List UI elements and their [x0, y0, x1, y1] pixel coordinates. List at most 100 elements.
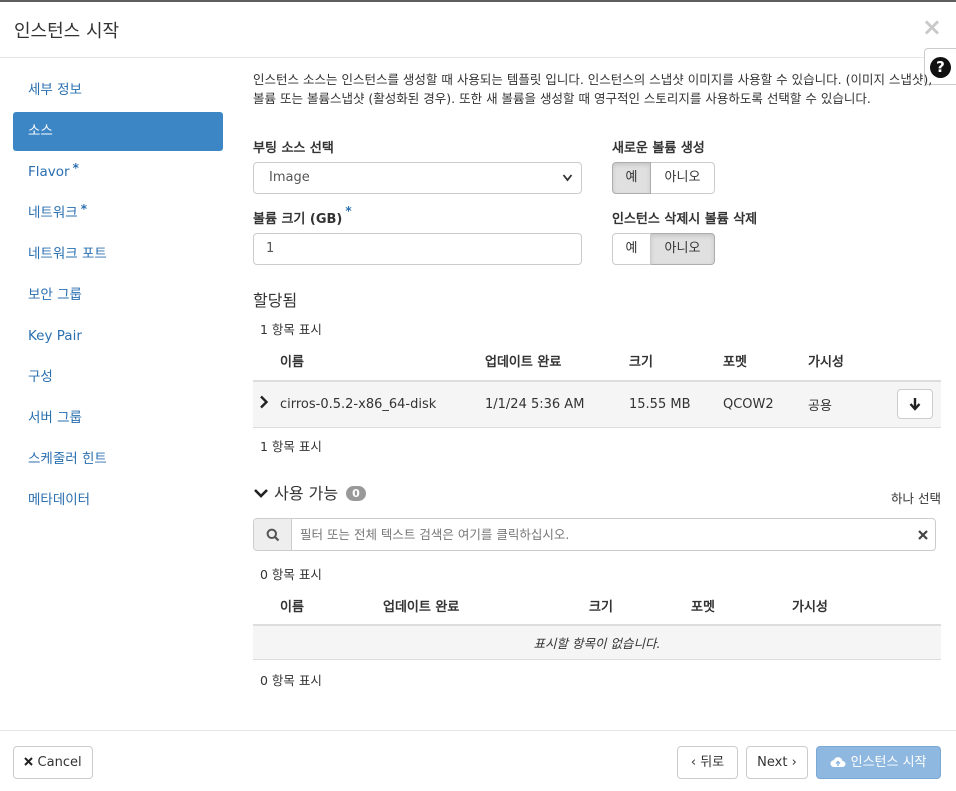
available-table: 이름 업데이트 완료 크기 포멧 가시성 표시할 항목이 없습니다. — [253, 587, 941, 660]
sidebar-item-key-pair[interactable]: Key Pair — [13, 317, 223, 356]
sidebar-item-label: 네트워크 포트 — [28, 246, 107, 262]
sidebar-item-details[interactable]: 세부 정보 — [13, 71, 223, 110]
delete-volume-yes-button[interactable]: 예 — [612, 233, 651, 265]
sidebar-item-label: 보안 그룹 — [28, 287, 82, 303]
chevron-down-icon — [562, 163, 573, 205]
cell-visibility: 공용 — [808, 381, 893, 428]
sidebar-item-label: Key Pair — [28, 328, 82, 344]
arrow-down-icon — [909, 396, 921, 412]
column-header-name: 이름 — [280, 587, 383, 626]
chevron-down-icon — [253, 484, 274, 503]
sidebar-item-security-groups[interactable]: 보안 그룹 — [13, 276, 223, 315]
close-icon — [24, 755, 37, 770]
allocated-title: 할당됨 — [253, 291, 298, 310]
launch-label: 인스턴스 시작 — [850, 755, 927, 770]
table-header-row: 이름 업데이트 완료 크기 포멧 가시성 — [253, 587, 941, 626]
sidebar-item-networks[interactable]: 네트워크 * — [13, 194, 223, 233]
table-row: cirros-0.5.2-x86_64-disk 1/1/24 5:36 AM … — [253, 381, 941, 428]
sidebar-item-configuration[interactable]: 구성 — [13, 358, 223, 397]
filter-bar: 필터 또는 전체 텍스트 검색은 여기를 클릭하십시오. — [253, 518, 936, 551]
sidebar-item-label: 구성 — [28, 369, 53, 385]
available-count-bottom: 0 항목 표시 — [260, 673, 322, 688]
chevron-right-icon: › — [791, 755, 797, 770]
available-section-toggle[interactable]: 사용 가능 0 — [253, 480, 366, 504]
allocated-count-bottom: 1 항목 표시 — [260, 439, 322, 454]
chevron-right-icon — [253, 395, 269, 413]
sidebar-item-label: Flavor — [28, 164, 70, 180]
required-marker: * — [72, 161, 79, 175]
back-label: 뒤로 — [700, 755, 725, 770]
column-header-format: 포멧 — [723, 341, 808, 382]
cell-name: cirros-0.5.2-x86_64-disk — [280, 381, 485, 428]
sidebar-item-label: 서버 그룹 — [28, 410, 82, 426]
column-header-size: 크기 — [629, 341, 723, 382]
sidebar-item-scheduler-hints[interactable]: 스케줄러 힌트 — [13, 440, 223, 479]
sidebar-item-network-ports[interactable]: 네트워크 포트 — [13, 235, 223, 274]
cancel-label: Cancel — [37, 755, 82, 770]
next-label: Next — [757, 755, 788, 770]
cell-action — [893, 381, 941, 428]
clear-filter-icon[interactable] — [918, 519, 928, 550]
next-button[interactable]: Next › — [746, 746, 808, 779]
sidebar-item-source[interactable]: 소스 — [13, 112, 223, 151]
chevron-left-icon: ‹ — [690, 755, 697, 770]
cell-size: 15.55 MB — [629, 381, 723, 428]
column-header-visibility: 가시성 — [808, 341, 893, 382]
column-header-updated: 업데이트 완료 — [485, 341, 629, 382]
boot-source-select[interactable]: Image — [253, 162, 582, 194]
required-marker: * — [80, 202, 87, 216]
sidebar-item-label: 스케줄러 힌트 — [28, 451, 107, 467]
available-count-top: 0 항목 표시 — [260, 567, 322, 582]
sidebar-item-metadata[interactable]: 메타데이터 — [13, 481, 223, 520]
allocated-count-top: 1 항목 표시 — [260, 322, 322, 337]
volume-size-label-text: 볼륨 크기 (GB) — [253, 212, 343, 227]
sidebar-item-label: 소스 — [28, 123, 53, 139]
cell-updated: 1/1/24 5:36 AM — [485, 381, 629, 428]
allocated-table: 이름 업데이트 완료 크기 포멧 가시성 cirros-0.5.2-x86_64… — [253, 341, 941, 428]
sidebar-item-server-groups[interactable]: 서버 그룹 — [13, 399, 223, 438]
launch-instance-button[interactable]: 인스턴스 시작 — [816, 746, 941, 779]
boot-source-label: 부팅 소스 선택 — [253, 141, 334, 156]
new-volume-yes-button[interactable]: 예 — [612, 162, 651, 194]
sidebar-item-flavor[interactable]: Flavor * — [13, 153, 223, 192]
new-volume-no-button[interactable]: 아니오 — [651, 162, 715, 194]
search-icon — [254, 519, 292, 550]
new-volume-label: 새로운 볼륨 생성 — [612, 141, 705, 156]
volume-size-label: 볼륨 크기 (GB)* — [253, 204, 352, 227]
column-header-format: 포멧 — [691, 587, 792, 626]
required-marker: * — [345, 204, 352, 218]
expand-column — [253, 341, 280, 382]
close-icon[interactable]: × — [922, 13, 942, 41]
source-description: 인스턴스 소스는 인스턴스를 생성할 때 사용되는 템플릿 입니다. 인스턴스의… — [253, 72, 933, 106]
expand-row-toggle[interactable] — [253, 381, 280, 428]
select-one-hint: 하나 선택 — [891, 491, 941, 506]
modal-footer: Cancel ‹ 뒤로 Next › 인스턴스 시작 — [0, 730, 956, 791]
sidebar-item-label: 세부 정보 — [28, 82, 82, 98]
new-volume-toggle: 예 아니오 — [612, 162, 715, 194]
cell-format: QCOW2 — [723, 381, 808, 428]
cloud-upload-icon — [830, 755, 850, 770]
delete-volume-no-button[interactable]: 아니오 — [651, 233, 715, 265]
empty-message: 표시할 항목이 없습니다. — [253, 625, 941, 660]
back-button[interactable]: ‹ 뒤로 — [677, 746, 738, 779]
column-header-visibility: 가시성 — [792, 587, 941, 626]
deallocate-button[interactable] — [897, 389, 933, 420]
action-column — [893, 341, 941, 382]
cancel-button[interactable]: Cancel — [13, 746, 93, 779]
table-header-row: 이름 업데이트 완료 크기 포멧 가시성 — [253, 341, 941, 382]
sidebar-item-label: 네트워크 — [28, 205, 78, 221]
available-count-badge: 0 — [346, 486, 366, 501]
modal-title: 인스턴스 시작 — [14, 21, 120, 42]
volume-size-input[interactable]: 1 — [253, 233, 582, 265]
empty-row: 표시할 항목이 없습니다. — [253, 625, 941, 660]
available-title: 사용 가능 — [274, 484, 339, 503]
search-input[interactable]: 필터 또는 전체 텍스트 검색은 여기를 클릭하십시오. — [300, 519, 569, 550]
wizard-sidebar: 세부 정보 소스 Flavor * 네트워크 * 네트워크 포트 보안 그룹 Key… — [13, 71, 223, 522]
sidebar-item-label: 메타데이터 — [28, 492, 91, 508]
column-header-updated: 업데이트 완료 — [383, 587, 589, 626]
column-header-size: 크기 — [589, 587, 691, 626]
expand-column — [253, 587, 280, 626]
question-icon: ? — [930, 57, 951, 78]
delete-volume-label: 인스턴스 삭제시 볼륨 삭제 — [612, 212, 758, 227]
column-header-name: 이름 — [280, 341, 485, 382]
